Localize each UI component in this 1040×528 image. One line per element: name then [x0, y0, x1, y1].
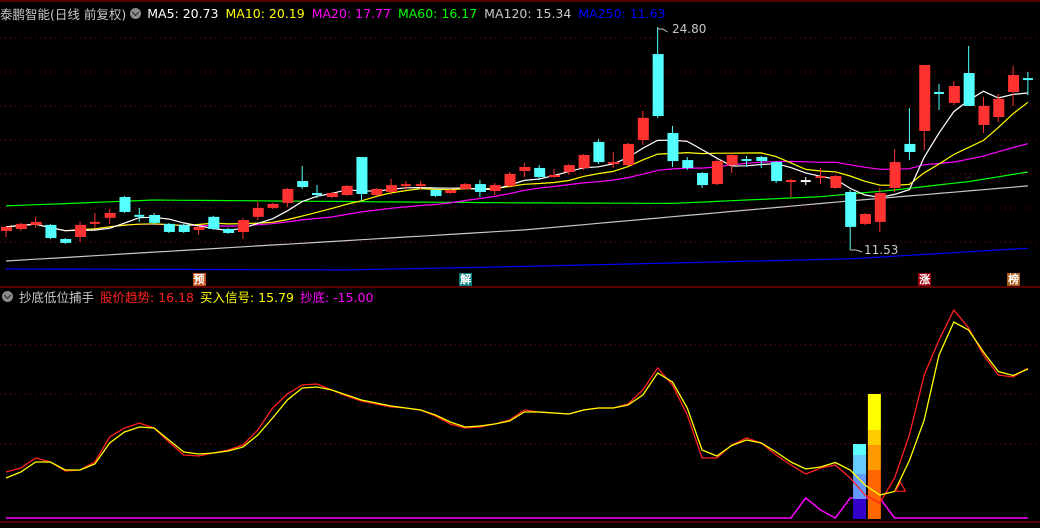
candle-body: [845, 191, 857, 227]
candle-body: [904, 143, 916, 152]
candle-body: [282, 188, 294, 203]
candle-body: [830, 176, 842, 188]
candle-body: [889, 162, 901, 188]
candle-body: [756, 157, 768, 162]
candle-body: [504, 174, 516, 186]
high-price-label: 24.80: [672, 22, 707, 36]
candle-body: [1008, 75, 1020, 93]
signal-marker[interactable]: 涨: [918, 273, 932, 286]
candle-body: [341, 185, 353, 195]
ma5-line: [5, 90, 1028, 232]
candle-body: [163, 223, 175, 232]
candle-body: [460, 184, 472, 189]
candle-body: [859, 213, 871, 224]
candle-body: [297, 181, 309, 187]
candle-body: [578, 155, 590, 168]
candle-body: [489, 185, 501, 191]
candle-body: [30, 221, 42, 225]
candle-body: [267, 203, 279, 208]
signal-column-segment: [867, 430, 881, 445]
candle-body: [252, 207, 264, 217]
candle-body: [623, 143, 635, 166]
candle-body: [1, 226, 12, 231]
candle-body: [963, 73, 975, 106]
candle-body: [60, 239, 72, 243]
candle-body: [45, 224, 57, 239]
candle-body: [948, 85, 960, 103]
candle-body: [474, 184, 486, 192]
candle-body: [15, 223, 27, 229]
candle-body: [193, 226, 205, 230]
candle-body: [75, 224, 87, 237]
candle-body: [326, 192, 338, 198]
candle-body: [667, 133, 679, 162]
candle-body: [356, 157, 368, 194]
signal-column-segment: [853, 455, 867, 474]
candle-body: [593, 141, 605, 163]
candle-body: [445, 189, 457, 193]
signal-marker[interactable]: 榜: [1007, 273, 1021, 286]
signal-marker[interactable]: 预: [192, 273, 206, 286]
candle-body: [386, 185, 398, 192]
signal-column-segment: [867, 445, 881, 470]
candle-body: [371, 188, 383, 195]
signal-column-segment: [853, 474, 867, 499]
candle-body: [548, 175, 560, 178]
high-pointer: [657, 28, 668, 33]
chart-canvas[interactable]: [0, 0, 1040, 528]
candle-body: [726, 155, 738, 166]
candle-body: [223, 228, 235, 233]
low-pointer: [850, 249, 863, 253]
signal-column-segment: [853, 499, 867, 519]
ma10-line: [5, 101, 1029, 232]
candle-body: [208, 216, 220, 229]
candle-body: [978, 105, 990, 125]
ma60-line: [5, 171, 1028, 207]
candle-body: [993, 98, 1005, 118]
candle-body: [430, 189, 442, 197]
candle-body: [919, 64, 931, 131]
candle-body: [711, 161, 723, 185]
candle-body: [534, 167, 546, 178]
candle-body: [608, 162, 620, 165]
candle-body: [237, 220, 249, 232]
signal-marker[interactable]: 解: [459, 273, 473, 286]
candle-body: [178, 224, 190, 232]
candle-body: [874, 192, 886, 222]
candle-body: [519, 166, 531, 171]
candle-body: [104, 212, 116, 218]
candle-body: [149, 214, 161, 223]
candle-body: [637, 117, 649, 141]
candle-body: [563, 165, 575, 172]
candle-body: [652, 54, 664, 117]
candle-body: [682, 160, 694, 168]
candle-body: [771, 162, 783, 182]
candle-body: [697, 172, 709, 186]
signal-column-segment: [853, 444, 867, 455]
signal-column-segment: [867, 394, 881, 430]
candle-body: [119, 197, 131, 212]
low-price-label: 11.53: [864, 243, 899, 257]
